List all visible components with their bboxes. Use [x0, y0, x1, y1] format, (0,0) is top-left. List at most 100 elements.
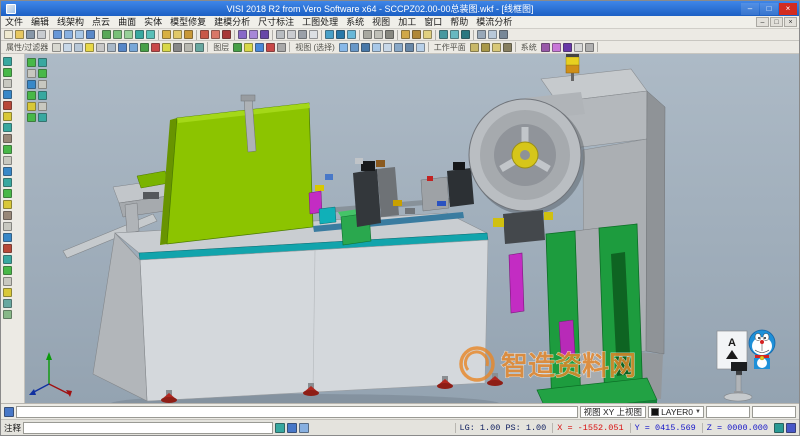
toolbar-icon[interactable]	[255, 43, 264, 52]
toolbar-icon[interactable]	[184, 43, 193, 52]
toolbar-icon[interactable]	[385, 30, 394, 39]
toolbar-icon[interactable]	[38, 69, 47, 78]
menu-item[interactable]: 工图处理	[298, 16, 342, 29]
toolbar-icon[interactable]	[574, 43, 583, 52]
toolbar-icon[interactable]	[4, 30, 13, 39]
menu-item[interactable]: 尺寸标注	[254, 16, 298, 29]
menu-item[interactable]: 文件	[1, 16, 27, 29]
toolbar-icon[interactable]	[363, 30, 372, 39]
menu-item[interactable]: 模型修复	[166, 16, 210, 29]
toolbar-icon[interactable]	[140, 43, 149, 52]
menu-item[interactable]: 线架构	[53, 16, 88, 29]
toolbar-icon[interactable]	[200, 30, 209, 39]
status-field-2[interactable]	[752, 406, 796, 418]
toolbar-icon[interactable]	[27, 80, 36, 89]
toolbar-icon[interactable]	[38, 113, 47, 122]
toolbar-icon[interactable]	[3, 79, 12, 88]
toolbar-icon[interactable]	[129, 43, 138, 52]
toolbar-icon[interactable]	[499, 30, 508, 39]
toolbar-icon[interactable]	[260, 30, 269, 39]
toolbar-icon[interactable]	[96, 43, 105, 52]
toolbar-icon[interactable]	[3, 310, 12, 319]
close-button[interactable]: ×	[779, 3, 797, 15]
toolbar-icon[interactable]	[173, 30, 182, 39]
menu-item[interactable]: 系统	[342, 16, 368, 29]
toolbar-icon[interactable]	[244, 43, 253, 52]
toolbar-icon[interactable]	[162, 43, 171, 52]
child-window-control[interactable]: □	[770, 17, 783, 27]
menu-item[interactable]: 模流分析	[472, 16, 516, 29]
toolbar-icon[interactable]	[3, 134, 12, 143]
menu-item[interactable]: 点云	[88, 16, 114, 29]
toolbar-icon[interactable]	[3, 189, 12, 198]
toolbar-icon[interactable]	[276, 30, 285, 39]
toolbar-icon[interactable]	[63, 43, 72, 52]
toolbar-icon[interactable]	[38, 80, 47, 89]
child-window-control[interactable]: –	[756, 17, 769, 27]
menu-item[interactable]: 窗口	[420, 16, 446, 29]
menu-item[interactable]: 编辑	[27, 16, 53, 29]
viewport-3d[interactable]: 智造资料网 A	[25, 54, 799, 403]
toolbar-icon[interactable]	[477, 30, 486, 39]
crank-housing[interactable]	[503, 210, 545, 244]
magenta-cylinder[interactable]	[509, 253, 524, 313]
toolbar-icon[interactable]	[3, 112, 12, 121]
toolbar-icon[interactable]	[27, 69, 36, 78]
toolbar-icon[interactable]	[298, 30, 307, 39]
toolbar-icon[interactable]	[52, 43, 61, 52]
toolbar-icon[interactable]	[15, 30, 24, 39]
toolbar-icon[interactable]	[222, 30, 231, 39]
toolbar-icon[interactable]	[339, 43, 348, 52]
toolbar-icon[interactable]	[450, 30, 459, 39]
cad-model-scene[interactable]: 智造资料网 A	[25, 54, 799, 403]
toolbar-icon[interactable]	[27, 113, 36, 122]
toolbar-icon[interactable]	[107, 43, 116, 52]
toolbar-icon[interactable]	[3, 233, 12, 242]
toolbar-icon[interactable]	[3, 255, 12, 264]
machine-base[interactable]	[93, 213, 488, 401]
green-panel[interactable]	[160, 95, 313, 245]
toolbar-icon[interactable]	[113, 30, 122, 39]
toolbar-icon[interactable]	[492, 43, 501, 52]
toolbar-icon[interactable]	[401, 30, 410, 39]
toolbar-icon[interactable]	[277, 43, 286, 52]
toolbar-icon[interactable]	[184, 30, 193, 39]
toolbar-icon[interactable]	[86, 30, 95, 39]
toolbar-icon[interactable]	[563, 43, 572, 52]
ortho-icon[interactable]	[299, 423, 309, 433]
snap-icon[interactable]	[275, 423, 285, 433]
command-field[interactable]	[16, 406, 578, 418]
toolbar-icon[interactable]	[266, 43, 275, 52]
toolbar-icon[interactable]	[439, 30, 448, 39]
toolbar-icon[interactable]	[470, 43, 479, 52]
toolbar-icon[interactable]	[26, 30, 35, 39]
toolbar-icon[interactable]	[325, 30, 334, 39]
toolbar-icon[interactable]	[38, 102, 47, 111]
toolbar-icon[interactable]	[3, 200, 12, 209]
toolbar-icon[interactable]	[541, 43, 550, 52]
annotation-input[interactable]	[23, 422, 273, 434]
toolbar-icon[interactable]	[3, 266, 12, 275]
toolbar-icon[interactable]	[503, 43, 512, 52]
toolbar-icon[interactable]	[238, 30, 247, 39]
toolbar-icon[interactable]	[38, 58, 47, 67]
toolbar-icon[interactable]	[361, 43, 370, 52]
toolbar-icon[interactable]	[3, 90, 12, 99]
toolbar-icon[interactable]	[173, 43, 182, 52]
toolbar-icon[interactable]	[488, 30, 497, 39]
status-field-1[interactable]	[706, 406, 750, 418]
toolbar-icon[interactable]	[287, 30, 296, 39]
toolbar-icon[interactable]	[74, 43, 83, 52]
menu-item[interactable]: 实体	[140, 16, 166, 29]
toolbar-icon[interactable]	[416, 43, 425, 52]
tracking-icon[interactable]	[774, 423, 784, 433]
child-window-control[interactable]: ×	[784, 17, 797, 27]
toolbar-icon[interactable]	[38, 91, 47, 100]
toolbar-icon[interactable]	[3, 288, 12, 297]
toolbar-icon[interactable]	[552, 43, 561, 52]
toolbar-icon[interactable]	[309, 30, 318, 39]
toolbar-icon[interactable]	[481, 43, 490, 52]
toolbar-icon[interactable]	[64, 30, 73, 39]
command-icon[interactable]	[4, 407, 14, 417]
toolbar-icon[interactable]	[3, 178, 12, 187]
